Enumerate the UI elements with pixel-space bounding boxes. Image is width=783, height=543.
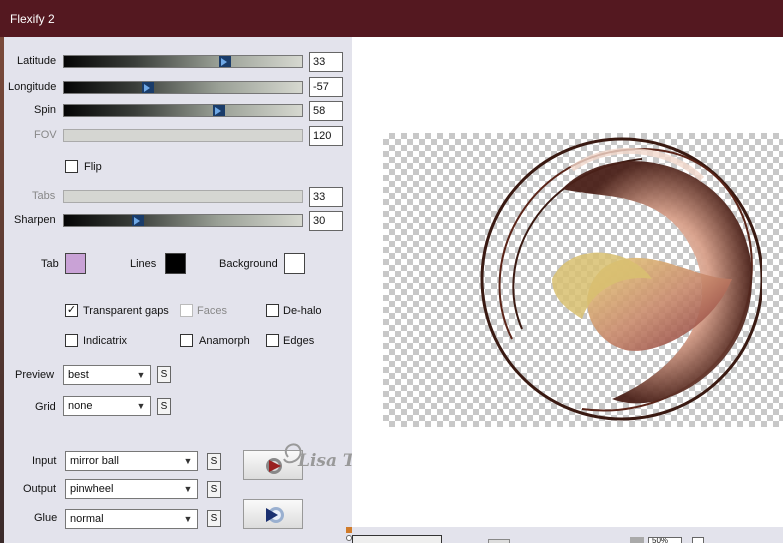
preview-select[interactable]: best ▼ xyxy=(63,365,151,385)
chevron-down-icon: ▼ xyxy=(136,401,146,411)
preview-s-button[interactable]: S xyxy=(157,366,171,383)
glue-select[interactable]: normal ▼ xyxy=(65,509,198,529)
spin-slider[interactable] xyxy=(63,104,303,117)
glue-select-value: normal xyxy=(70,513,104,525)
sharpen-input[interactable]: 30 xyxy=(309,211,343,231)
de-halo-label: De-halo xyxy=(283,305,322,317)
preview-label: Preview xyxy=(15,369,55,381)
glue-s-button[interactable]: S xyxy=(207,510,221,527)
edges-checkbox[interactable] xyxy=(266,334,279,347)
grid-select[interactable]: none ▼ xyxy=(63,396,151,416)
tab-color-label: Tab xyxy=(41,258,59,270)
tabs-label: Tabs xyxy=(32,190,56,202)
de-halo-checkbox[interactable] xyxy=(266,304,279,317)
progress-field xyxy=(352,535,442,543)
window-title: Flexify 2 xyxy=(10,12,55,26)
flip-checkbox[interactable] xyxy=(65,160,78,173)
ok-button[interactable] xyxy=(243,499,303,529)
flip-label: Flip xyxy=(84,161,102,173)
fov-input[interactable]: 120 xyxy=(309,126,343,146)
preview-status-bar: 50% xyxy=(346,527,783,543)
longitude-input[interactable]: -57 xyxy=(309,77,343,97)
tabs-slider xyxy=(63,190,303,203)
watermark-text: Lisa T. xyxy=(298,451,360,471)
longitude-slider-thumb[interactable] xyxy=(142,82,154,93)
watermark: Lisa T. xyxy=(274,437,364,480)
latitude-slider-thumb[interactable] xyxy=(219,56,231,67)
output-select-value: pinwheel xyxy=(70,483,114,495)
longitude-slider[interactable] xyxy=(63,81,303,94)
background-color-swatch[interactable] xyxy=(284,253,305,274)
edges-label: Edges xyxy=(283,335,315,347)
input-label: Input xyxy=(32,455,57,467)
input-select[interactable]: mirror ball ▼ xyxy=(65,451,198,471)
transparent-gaps-checkbox[interactable]: ✓ xyxy=(65,304,78,317)
sharpen-slider-thumb[interactable] xyxy=(132,215,144,226)
lines-color-label: Lines xyxy=(130,258,157,270)
zoom-swatch xyxy=(630,537,644,543)
fov-slider xyxy=(63,129,303,142)
controls-panel: Latitude 33 Longitude -57 Spin 58 FOV 12… xyxy=(4,37,359,543)
glue-label: Glue xyxy=(34,512,58,524)
output-label: Output xyxy=(23,483,57,495)
grid-select-value: none xyxy=(68,400,93,412)
orange-marker-icon xyxy=(346,527,352,533)
grid-s-button[interactable]: S xyxy=(157,398,171,415)
zoom-field[interactable]: 50% xyxy=(648,537,682,543)
tabs-input[interactable]: 33 xyxy=(309,187,343,207)
faces-label: Faces xyxy=(197,305,227,317)
latitude-slider[interactable] xyxy=(63,55,303,68)
sharpen-label: Sharpen xyxy=(14,214,56,226)
fov-label: FOV xyxy=(34,129,57,141)
transparent-gaps-label: Transparent gaps xyxy=(83,305,169,317)
grid-label: Grid xyxy=(35,401,56,413)
tab-color-swatch[interactable] xyxy=(65,253,86,274)
chevron-down-icon: ▼ xyxy=(183,514,193,524)
spin-slider-thumb[interactable] xyxy=(213,105,225,116)
input-s-button[interactable]: S xyxy=(207,453,221,470)
sharpen-slider[interactable] xyxy=(63,214,303,227)
lines-color-swatch[interactable] xyxy=(165,253,186,274)
preview-select-value: best xyxy=(68,369,89,381)
anamorph-checkbox[interactable] xyxy=(180,334,193,347)
indicatrix-checkbox[interactable] xyxy=(65,334,78,347)
nav-button[interactable] xyxy=(488,539,510,543)
longitude-label: Longitude xyxy=(8,81,57,93)
chevron-down-icon: ▼ xyxy=(136,370,146,380)
zoom-stepper[interactable] xyxy=(692,537,704,543)
indicatrix-label: Indicatrix xyxy=(83,335,128,347)
spin-input[interactable]: 58 xyxy=(309,101,343,121)
chevron-down-icon: ▼ xyxy=(183,456,193,466)
title-bar: Flexify 2 xyxy=(0,0,783,37)
chevron-down-icon: ▼ xyxy=(183,484,193,494)
output-select[interactable]: pinwheel ▼ xyxy=(65,479,198,499)
globe-play-icon xyxy=(266,507,284,523)
faces-checkbox xyxy=(180,304,193,317)
background-color-label: Background xyxy=(219,258,278,270)
preview-pane[interactable] xyxy=(352,37,783,527)
input-select-value: mirror ball xyxy=(70,455,119,467)
anamorph-label: Anamorph xyxy=(199,335,250,347)
spin-label: Spin xyxy=(34,104,57,116)
output-s-button[interactable]: S xyxy=(207,481,221,498)
latitude-label: Latitude xyxy=(17,55,57,67)
latitude-input[interactable]: 33 xyxy=(309,52,343,72)
preview-image xyxy=(480,137,762,421)
